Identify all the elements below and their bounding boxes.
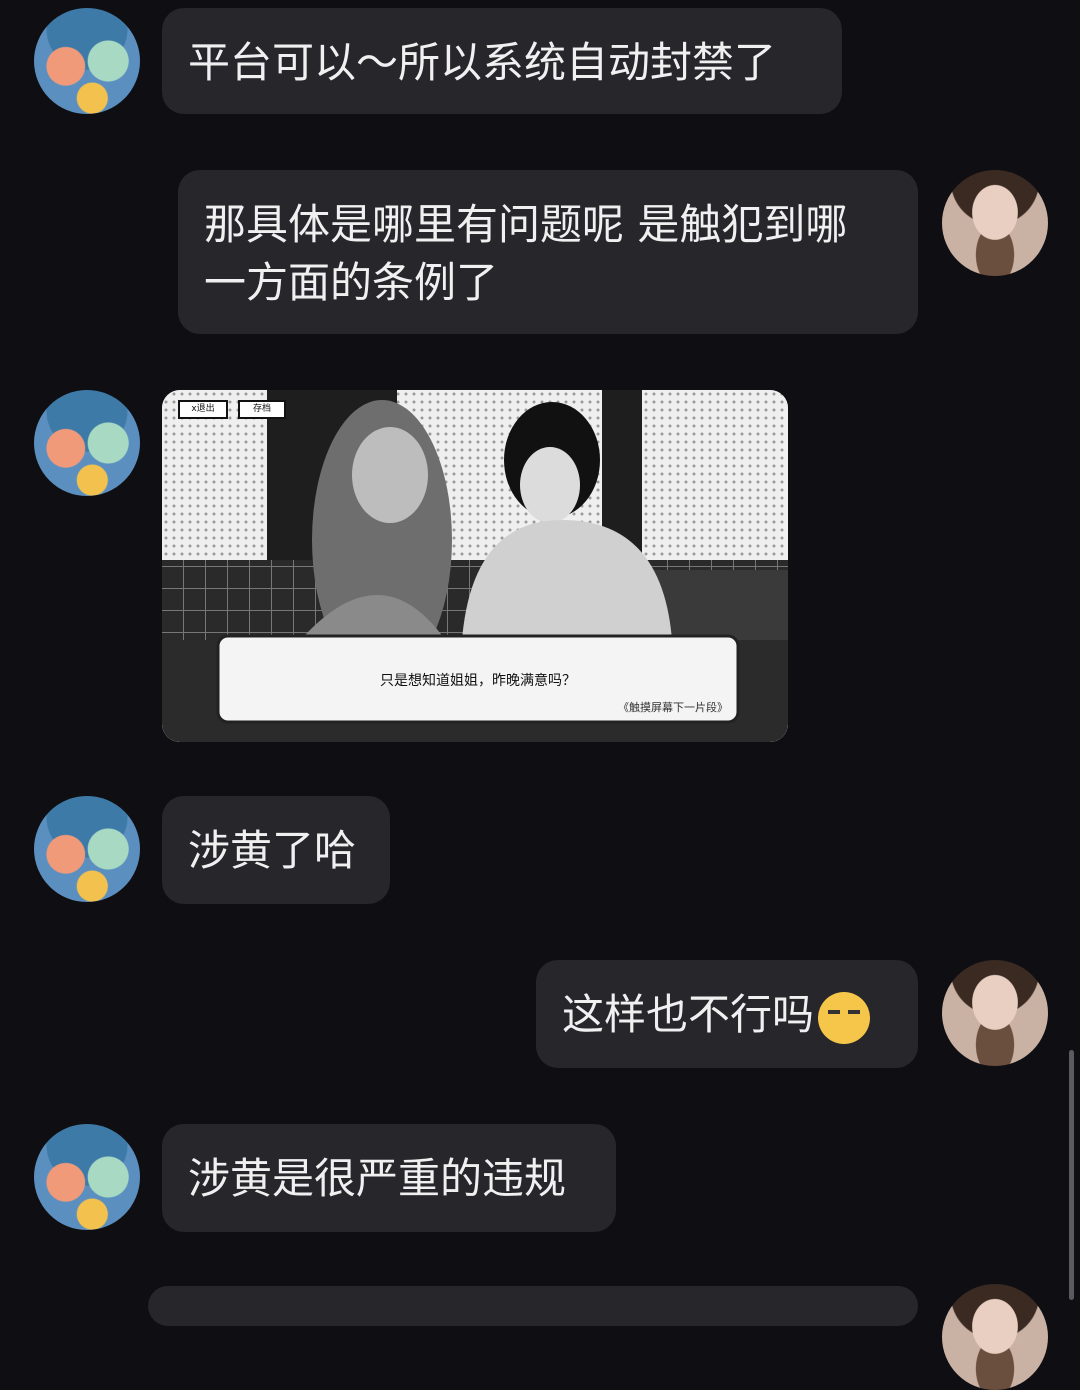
message-text: 那具体是哪里有问题呢 是触犯到哪 bbox=[204, 200, 848, 249]
message-text: 平台可以～所以系统自动封禁了 bbox=[188, 38, 777, 87]
dialog-text: 只是想知道姐姐，昨晚满意吗？ bbox=[380, 673, 576, 689]
message-text: 一方面的条例了 bbox=[204, 258, 499, 307]
message-bubble[interactable]: 这样也不行吗 bbox=[536, 960, 918, 1068]
avatar[interactable] bbox=[34, 1124, 140, 1230]
message-bubble[interactable]: 涉黄了哈 bbox=[162, 796, 390, 904]
game-screenshot-image[interactable]: x退出 存档 只是想知道姐姐，昨晚满意吗？ 《触摸屏幕下一片段》 bbox=[162, 390, 788, 742]
exit-button[interactable]: x退出 bbox=[178, 400, 228, 419]
message-bubble-partial[interactable] bbox=[148, 1286, 918, 1326]
avatar[interactable] bbox=[34, 796, 140, 902]
message-bubble[interactable]: 涉黄是很严重的违规 bbox=[162, 1124, 616, 1232]
avatar[interactable] bbox=[34, 390, 140, 496]
avatar[interactable] bbox=[942, 960, 1048, 1066]
scrollbar[interactable] bbox=[1069, 1050, 1074, 1300]
smirk-face-emoji bbox=[818, 991, 871, 1044]
save-button[interactable]: 存档 bbox=[238, 400, 286, 419]
avatar[interactable] bbox=[34, 8, 140, 114]
message-text: 这样也不行吗 bbox=[562, 986, 892, 1044]
message-text: 涉黄了哈 bbox=[188, 826, 357, 875]
next-hint: 《触摸屏幕下一片段》 bbox=[618, 701, 728, 714]
message-bubble[interactable]: 平台可以～所以系统自动封禁了 bbox=[162, 8, 842, 114]
message-bubble[interactable]: 那具体是哪里有问题呢 是触犯到哪 一方面的条例了 bbox=[178, 170, 918, 334]
avatar[interactable] bbox=[942, 170, 1048, 276]
message-text: 涉黄是很严重的违规 bbox=[188, 1154, 567, 1203]
